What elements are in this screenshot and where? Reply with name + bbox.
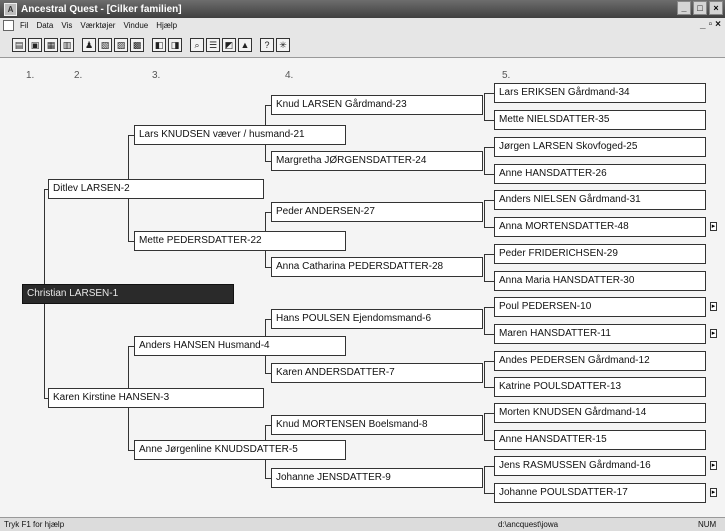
chart-icon[interactable]: ◩ [222, 38, 236, 52]
person-box-karen-andersdatter-7[interactable]: Karen ANDERSDATTER-7 [271, 363, 483, 383]
sync-icon[interactable]: ✳ [276, 38, 290, 52]
generation-label-4: 4. [285, 70, 294, 81]
person-box-poul-pedersen-10[interactable]: Poul PEDERSEN-10 [494, 297, 706, 317]
person-box-anna-maria-hansdatter-30[interactable]: Anna Maria HANSDATTER-30 [494, 271, 706, 291]
list-icon[interactable]: ☰ [206, 38, 220, 52]
status-bar: Tryk F1 for hjælp d:\ancquest\jowa NUM [0, 517, 725, 531]
search-icon[interactable]: ⌕ [190, 38, 204, 52]
minimize-button[interactable]: _ [677, 1, 691, 15]
status-path: d:\ancquest\jowa [498, 520, 559, 529]
descendants-icon[interactable]: ▨ [114, 38, 128, 52]
mdi-close-button[interactable]: × [715, 19, 721, 30]
menu-hjaelp[interactable]: Hjælp [156, 21, 177, 30]
window-title: Ancestral Quest - [Cilker familien] [21, 3, 182, 15]
connector-line [484, 147, 485, 174]
person-box-anne-hansdatter-26[interactable]: Anne HANSDATTER-26 [494, 164, 706, 184]
more-ancestors-arrow-icon[interactable]: ▸ [710, 329, 717, 338]
generation-label-1: 1. [26, 70, 35, 81]
open-file-icon[interactable]: ▤ [12, 38, 26, 52]
person-box-jens-rasmussen-16[interactable]: Jens RASMUSSEN Gårdmand-16 [494, 456, 706, 476]
person-box-knud-mortensen-8[interactable]: Knud MORTENSEN Boelsmand-8 [271, 415, 483, 435]
connector-line [484, 361, 485, 387]
connector-line [484, 254, 485, 281]
generation-label-5: 5. [502, 70, 511, 81]
person-box-anders-hansen-4[interactable]: Anders HANSEN Husmand-4 [134, 336, 346, 356]
person-box-andes-pedersen-12[interactable]: Andes PEDERSEN Gårdmand-12 [494, 351, 706, 371]
more-ancestors-arrow-icon[interactable]: ▸ [710, 461, 717, 470]
edit-individual-icon[interactable]: ◧ [152, 38, 166, 52]
menu-bar: Fil Data Vis Værktøjer Vindue Hjælp _ ▫ … [0, 18, 725, 33]
mdi-restore-button[interactable]: ▫ [709, 19, 713, 30]
more-ancestors-arrow-icon[interactable]: ▸ [710, 222, 717, 231]
pedigree-icon[interactable]: ▧ [98, 38, 112, 52]
connector-line [484, 466, 485, 493]
save-as-icon[interactable]: ▦ [44, 38, 58, 52]
connector-line [484, 413, 485, 440]
menu-vis[interactable]: Vis [61, 21, 72, 30]
person-box-peder-andersen-27[interactable]: Peder ANDERSEN-27 [271, 202, 483, 222]
menu-data[interactable]: Data [36, 21, 53, 30]
up-icon[interactable]: ▲ [238, 38, 252, 52]
person-box-morten-knudsen-14[interactable]: Morten KNUDSEN Gårdmand-14 [494, 403, 706, 423]
menu-fil[interactable]: Fil [20, 21, 28, 30]
person-box-johanne-poulsdatter-17[interactable]: Johanne POULSDATTER-17 [494, 483, 706, 503]
person-box-margretha-joergensdatter-24[interactable]: Margretha JØRGENSDATTER-24 [271, 151, 483, 171]
person-box-katrine-poulsdatter-13[interactable]: Katrine POULSDATTER-13 [494, 377, 706, 397]
status-help-text: Tryk F1 for hjælp [4, 520, 65, 529]
person-box-joergen-larsen-25[interactable]: Jørgen LARSEN Skovfoged-25 [494, 137, 706, 157]
menu-vaerktoejer[interactable]: Værktøjer [80, 21, 115, 30]
person-box-karen-kirstine-hansen-3[interactable]: Karen Kirstine HANSEN-3 [48, 388, 264, 408]
connector-line [484, 200, 485, 227]
generation-label-3: 3. [152, 70, 161, 81]
person-box-mette-nielsdatter-35[interactable]: Mette NIELSDATTER-35 [494, 110, 706, 130]
person-box-knud-larsen-23[interactable]: Knud LARSEN Gårdmand-23 [271, 95, 483, 115]
person-box-lars-knudsen-21[interactable]: Lars KNUDSEN væver / husmand-21 [134, 125, 346, 145]
person-box-maren-hansdatter-11[interactable]: Maren HANSDATTER-11 [494, 324, 706, 344]
person-box-hans-poulsen-6[interactable]: Hans POULSEN Ejendomsmand-6 [271, 309, 483, 329]
person-box-peder-friderichsen-29[interactable]: Peder FRIDERICHSEN-29 [494, 244, 706, 264]
person-box-christian-larsen-1[interactable]: Christian LARSEN-1 [22, 284, 234, 304]
status-num: NUM [698, 520, 717, 529]
notes-icon[interactable]: ◨ [168, 38, 182, 52]
family-icon[interactable]: ♟ [82, 38, 96, 52]
person-box-johanne-jensdatter-9[interactable]: Johanne JENSDATTER-9 [271, 468, 483, 488]
toolbar: ▤ ▣ ▦ ▥ ♟ ▧ ▨ ▩ ◧ ◨ ⌕ ☰ ◩ ▲ ? ✳ [0, 33, 725, 58]
app-icon: A [4, 2, 17, 16]
person-box-anna-mortensdatter-48[interactable]: Anna MORTENSDATTER-48 [494, 217, 706, 237]
person-box-lars-eriksen-34[interactable]: Lars ERIKSEN Gårdmand-34 [494, 83, 706, 103]
generation-label-2: 2. [74, 70, 83, 81]
title-bar: A Ancestral Quest - [Cilker familien] _ … [0, 0, 725, 18]
person-box-anna-catharina-pedersdatter-28[interactable]: Anna Catharina PEDERSDATTER-28 [271, 257, 483, 277]
individual-icon[interactable]: ▩ [130, 38, 144, 52]
print-icon[interactable]: ▥ [60, 38, 74, 52]
more-ancestors-arrow-icon[interactable]: ▸ [710, 302, 717, 311]
maximize-button[interactable]: □ [693, 1, 707, 15]
connector-line [484, 93, 485, 120]
person-box-anne-joergenline-knudsdatter-5[interactable]: Anne Jørgenline KNUDSDATTER-5 [134, 440, 346, 460]
more-ancestors-arrow-icon[interactable]: ▸ [710, 488, 717, 497]
person-box-mette-pedersdatter-22[interactable]: Mette PEDERSDATTER-22 [134, 231, 346, 251]
person-box-ditlev-larsen-2[interactable]: Ditlev LARSEN-2 [48, 179, 264, 199]
menu-vindue[interactable]: Vindue [123, 21, 148, 30]
connector-line [484, 307, 485, 334]
person-box-anders-nielsen-31[interactable]: Anders NIELSEN Gårdmand-31 [494, 190, 706, 210]
document-icon[interactable] [3, 20, 14, 31]
save-icon[interactable]: ▣ [28, 38, 42, 52]
close-button[interactable]: × [709, 1, 723, 15]
mdi-minimize-button[interactable]: _ [700, 19, 706, 30]
person-box-anne-hansdatter-15[interactable]: Anne HANSDATTER-15 [494, 430, 706, 450]
help-icon[interactable]: ? [260, 38, 274, 52]
